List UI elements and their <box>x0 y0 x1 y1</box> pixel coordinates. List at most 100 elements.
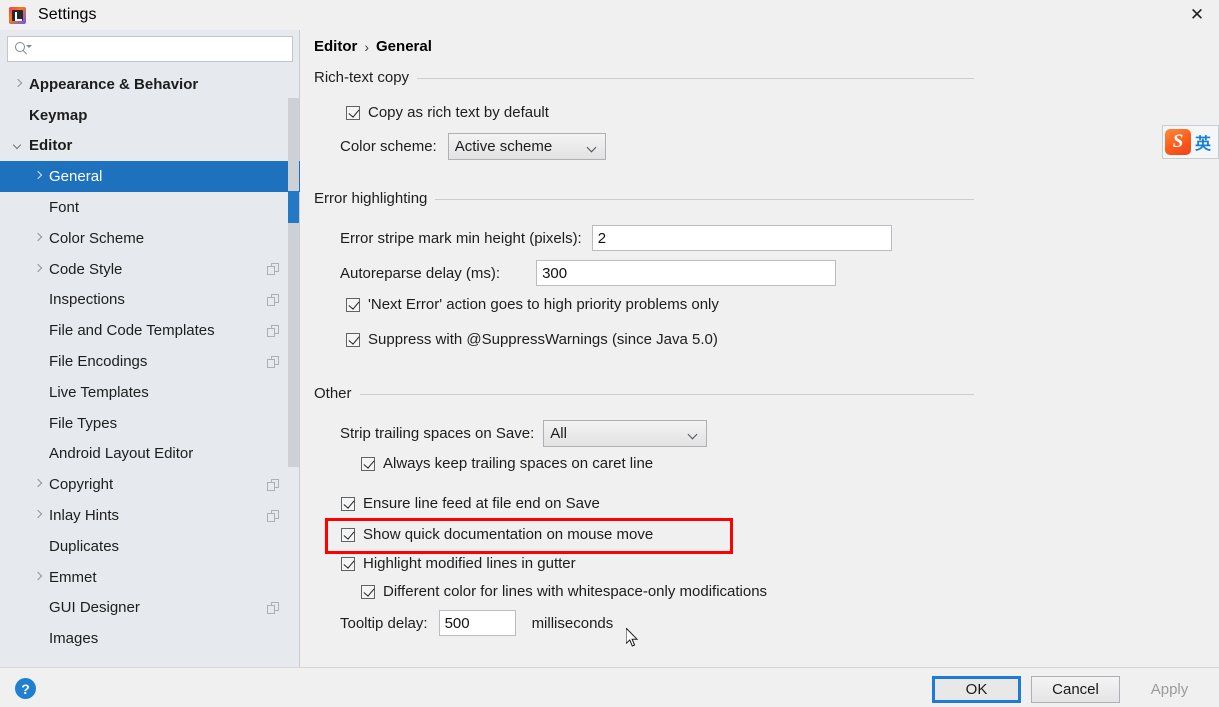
breadcrumb-separator-icon: › <box>364 38 370 55</box>
sidebar-item-keymap[interactable]: Keymap <box>0 100 300 131</box>
sidebar-item-color-scheme[interactable]: Color Scheme <box>0 223 300 254</box>
sidebar-item-label: Editor <box>29 137 73 155</box>
copy-settings-icon[interactable] <box>267 509 279 522</box>
sidebar-item-emmet[interactable]: Emmet <box>0 562 300 593</box>
chevron-right-icon[interactable] <box>33 171 44 182</box>
field-label: Autoreparse delay (ms): <box>340 264 501 282</box>
sidebar-item-label: Live Templates <box>49 383 149 401</box>
dropdown-color-scheme[interactable]: Active scheme <box>447 133 606 160</box>
ime-mode-label[interactable]: 英 <box>1195 130 1211 154</box>
sidebar-item-file-encodings[interactable]: File Encodings <box>0 346 300 377</box>
section-title-rich-text-copy: Rich-text copy <box>314 69 974 86</box>
checkbox-icon[interactable] <box>341 527 355 542</box>
checkbox-icon[interactable] <box>361 584 375 599</box>
checkbox-label: Ensure line feed at file end on Save <box>363 495 600 512</box>
section-label: Error highlighting <box>314 190 428 207</box>
sidebar-item-label: Emmet <box>49 568 97 586</box>
sidebar-item-label: Inlay Hints <box>49 507 120 525</box>
copy-settings-icon[interactable] <box>267 324 279 337</box>
checkbox-label: Highlight modified lines in gutter <box>363 555 576 572</box>
sidebar-item-file-and-code-templates[interactable]: File and Code Templates <box>0 315 300 346</box>
help-icon[interactable]: ? <box>15 678 36 699</box>
field-color-scheme: Color scheme: Active scheme <box>340 133 606 160</box>
ok-button[interactable]: OK <box>932 676 1021 703</box>
checkbox-icon[interactable] <box>341 496 355 511</box>
checkbox-keep-trailing-spaces-caret[interactable]: Always keep trailing spaces on caret lin… <box>361 455 653 472</box>
chevron-right-icon[interactable] <box>33 572 44 583</box>
section-divider <box>359 394 974 395</box>
checkbox-icon[interactable] <box>346 297 360 312</box>
chevron-right-icon[interactable] <box>33 510 44 521</box>
search-box[interactable] <box>7 36 293 62</box>
breadcrumb: Editor › General <box>314 38 432 55</box>
sidebar-item-duplicates[interactable]: Duplicates <box>0 531 300 562</box>
sidebar-item-label: Appearance & Behavior <box>29 75 199 93</box>
section-label: Rich-text copy <box>314 69 410 86</box>
sidebar-item-font[interactable]: Font <box>0 192 300 223</box>
dropdown-strip-trailing-spaces[interactable]: All <box>543 420 708 447</box>
settings-sidebar: Appearance & Behavior Keymap Editor General… <box>0 30 300 667</box>
sidebar-item-general[interactable]: General <box>0 161 300 193</box>
checkbox-next-error-high-priority[interactable]: 'Next Error' action goes to high priorit… <box>346 296 719 313</box>
checkbox-label: Suppress with @SuppressWarnings (since J… <box>368 331 718 348</box>
checkbox-different-color-whitespace[interactable]: Different color for lines with whitespac… <box>361 583 767 600</box>
checkbox-label: Always keep trailing spaces on caret lin… <box>383 455 654 472</box>
sidebar-item-file-types[interactable]: File Types <box>0 408 300 439</box>
checkbox-highlight-modified-lines[interactable]: Highlight modified lines in gutter <box>341 555 576 572</box>
sidebar-item-label: Copyright <box>49 476 114 494</box>
sidebar-item-gui-designer[interactable]: GUI Designer <box>0 593 300 624</box>
checkbox-suppress-warnings[interactable]: Suppress with @SuppressWarnings (since J… <box>346 331 718 348</box>
sidebar-item-images[interactable]: Images <box>0 623 300 654</box>
sogou-ime-toolbar[interactable]: S 英 <box>1162 125 1219 159</box>
chevron-down-icon <box>588 144 596 152</box>
sidebar-scrollbar-thumb[interactable] <box>288 98 299 467</box>
chevron-right-icon[interactable] <box>33 264 44 275</box>
section-title-other: Other <box>314 385 974 402</box>
sidebar-item-label: Images <box>49 630 99 648</box>
sidebar-item-label: Keymap <box>29 106 88 124</box>
breadcrumb-root[interactable]: Editor <box>314 38 357 55</box>
input-error-stripe-min-height[interactable] <box>591 225 892 251</box>
checkbox-show-quick-documentation[interactable]: Show quick documentation on mouse move <box>341 526 653 543</box>
input-tooltip-delay[interactable] <box>438 610 516 636</box>
cancel-button[interactable]: Cancel <box>1031 676 1120 703</box>
field-strip-trailing-spaces: Strip trailing spaces on Save: All <box>340 420 708 447</box>
sidebar-item-android-layout-editor[interactable]: Android Layout Editor <box>0 439 300 470</box>
checkbox-icon[interactable] <box>341 556 355 571</box>
sidebar-item-live-templates[interactable]: Live Templates <box>0 377 300 408</box>
sidebar-item-editor[interactable]: Editor <box>0 131 300 162</box>
chevron-right-icon[interactable] <box>33 479 44 490</box>
intellij-idea-icon <box>9 6 26 24</box>
field-label: Tooltip delay: <box>340 614 428 632</box>
section-label: Other <box>314 385 352 402</box>
copy-settings-icon[interactable] <box>267 263 279 276</box>
sidebar-item-label: File Encodings <box>49 353 148 371</box>
sidebar-item-copyright[interactable]: Copyright <box>0 469 300 500</box>
close-icon[interactable]: ✕ <box>1175 0 1219 30</box>
chevron-right-icon[interactable] <box>33 233 44 244</box>
sidebar-item-inlay-hints[interactable]: Inlay Hints <box>0 500 300 531</box>
sidebar-item-label: Color Scheme <box>49 229 145 247</box>
sidebar-item-inspections[interactable]: Inspections <box>0 285 300 316</box>
copy-settings-icon[interactable] <box>267 601 279 614</box>
field-label: Color scheme: <box>340 138 437 155</box>
copy-settings-icon[interactable] <box>267 355 279 368</box>
chevron-right-icon[interactable] <box>13 79 24 90</box>
section-title-error-highlighting: Error highlighting <box>314 190 974 207</box>
dialog-footer: ? OK Cancel Apply <box>0 667 1219 707</box>
sidebar-item-code-style[interactable]: Code Style <box>0 254 300 285</box>
checkbox-icon[interactable] <box>346 105 360 120</box>
section-divider <box>435 199 974 200</box>
checkbox-ensure-line-feed[interactable]: Ensure line feed at file end on Save <box>341 495 600 512</box>
copy-settings-icon[interactable] <box>267 478 279 491</box>
chevron-down-icon[interactable] <box>13 140 24 151</box>
checkbox-icon[interactable] <box>346 332 360 347</box>
input-autoreparse-delay[interactable] <box>536 260 837 286</box>
checkbox-icon[interactable] <box>361 456 375 471</box>
sogou-logo-icon[interactable]: S <box>1165 129 1191 155</box>
dropdown-value: Active scheme <box>454 138 553 155</box>
copy-settings-icon[interactable] <box>267 293 279 306</box>
checkbox-copy-as-rich-text[interactable]: Copy as rich text by default <box>346 104 549 121</box>
search-input[interactable] <box>32 38 292 60</box>
sidebar-item-appearance-behavior[interactable]: Appearance & Behavior <box>0 69 300 100</box>
